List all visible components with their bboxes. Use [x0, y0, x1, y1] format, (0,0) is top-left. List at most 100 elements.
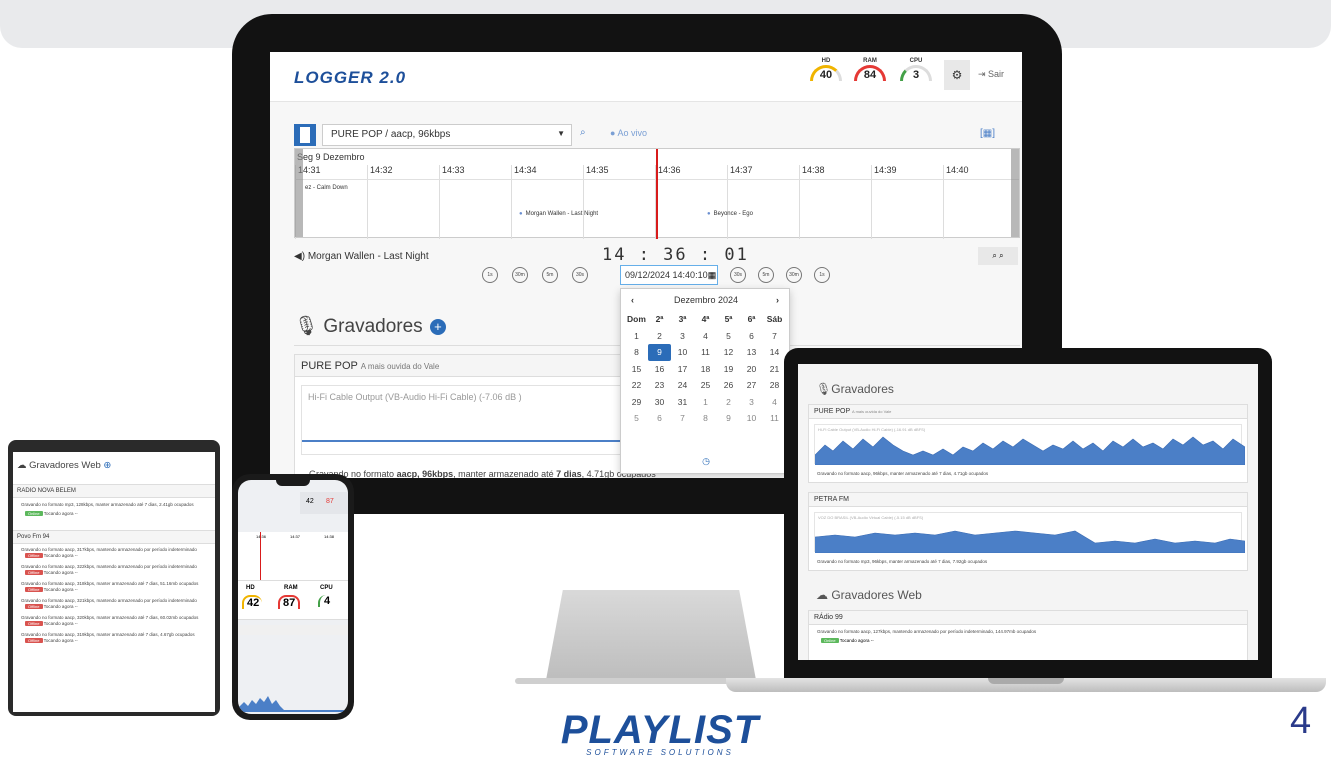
- offline-badge: Offline: [25, 570, 43, 575]
- weekday: 5ª: [724, 314, 733, 324]
- day-cell[interactable]: 19: [717, 361, 740, 378]
- clock: 14 : 36 : 01: [602, 245, 749, 265]
- calendar-icon[interactable]: [▦]: [980, 128, 995, 139]
- phone-frame: 42 87 14:36 14:37 14:38 HD 42 RAM 87 CPU…: [232, 474, 354, 720]
- panel-note: Gravando no formato mp3, 96kbps, manter …: [817, 559, 988, 564]
- day-cell[interactable]: 22: [625, 377, 648, 394]
- recorder-note: Gravando no formato aacp, 96kbps, manter…: [309, 469, 656, 478]
- clock-icon[interactable]: ◷: [621, 456, 791, 467]
- calendar-icon[interactable]: ▦: [704, 265, 720, 285]
- day-cell[interactable]: 26: [717, 377, 740, 394]
- day-cell[interactable]: 23: [648, 377, 671, 394]
- day-cell[interactable]: 14: [763, 344, 786, 361]
- ram-gauge-label: RAM: [863, 58, 877, 64]
- chevron-down-icon: ▼: [557, 129, 565, 138]
- search-icon[interactable]: ⌕: [580, 127, 586, 138]
- day-cell[interactable]: 25: [694, 377, 717, 394]
- timeline[interactable]: Seg 9 Dezembro 14:31 14:32 14:33 14:34 1…: [294, 148, 1020, 239]
- timeline-tick: 14:40: [943, 165, 969, 239]
- station-note: Gravando no formato aacp, 318kbps, mante…: [21, 581, 199, 586]
- song-title: Beyonce - Ego: [713, 211, 753, 217]
- chevron-right-icon[interactable]: ›: [776, 295, 779, 305]
- day-cell[interactable]: 3: [671, 328, 694, 345]
- playhead[interactable]: [656, 149, 658, 239]
- day-cell[interactable]: 7: [763, 328, 786, 345]
- day-cell[interactable]: 31: [671, 394, 694, 411]
- day-cell[interactable]: 18: [694, 361, 717, 378]
- day-cell[interactable]: 4: [763, 394, 786, 411]
- day-cell[interactable]: 11: [694, 344, 717, 361]
- timeline-song[interactable]: ● Morgan Wallen - Last Night: [519, 211, 598, 217]
- day-cell[interactable]: 1: [694, 394, 717, 411]
- day-cell[interactable]: 7: [671, 410, 694, 427]
- day-cell[interactable]: 15: [625, 361, 648, 378]
- weekday: 4ª: [701, 314, 710, 324]
- cpu-gauge-label: CPU: [909, 58, 923, 64]
- timeline-song[interactable]: ● Beyonce - Ego: [707, 211, 753, 217]
- cloud-icon: ☁: [816, 588, 828, 602]
- timeline-tick: 14:37: [727, 165, 753, 239]
- day-cell[interactable]: 6: [740, 328, 763, 345]
- day-cell[interactable]: 5: [717, 328, 740, 345]
- station-select[interactable]: PURE POP / aacp, 96kbps ▼: [322, 124, 572, 146]
- phone-waveform: [238, 696, 348, 712]
- recorder-name: PURE POP: [301, 360, 358, 372]
- skip-back-30m-button[interactable]: 30m: [512, 267, 528, 283]
- pause-button[interactable]: [294, 124, 316, 146]
- day-cell[interactable]: 12: [717, 344, 740, 361]
- day-cell[interactable]: 6: [648, 410, 671, 427]
- station-note: Gravando no formato mp3, 128kbps, manter…: [21, 502, 194, 507]
- station-note: Gravando no formato aacp, 320kbps, mante…: [21, 615, 199, 620]
- scroll-left-button[interactable]: [295, 149, 303, 237]
- day-cell[interactable]: 10: [740, 410, 763, 427]
- day-cell[interactable]: 27: [740, 377, 763, 394]
- skip-back-30s-button[interactable]: 30s: [572, 267, 588, 283]
- speaker-icon: ◀): [294, 251, 306, 262]
- day-cell[interactable]: 11: [763, 410, 786, 427]
- station-note: Gravando no formato aacp, 322kbps, mante…: [21, 564, 197, 569]
- day-cell[interactable]: 13: [740, 344, 763, 361]
- skip-fwd-5m-button[interactable]: 5m: [758, 267, 774, 283]
- zoom-buttons[interactable]: ⌕ ⌕: [978, 247, 1018, 265]
- skip-back-1s-button[interactable]: 1s: [482, 267, 498, 283]
- add-icon[interactable]: ⊕: [103, 460, 111, 471]
- phone-controls[interactable]: [238, 625, 348, 635]
- day-cell[interactable]: 28: [763, 377, 786, 394]
- week-row: 8 9 10 11 12 13 14: [625, 344, 787, 361]
- day-cell[interactable]: 20: [740, 361, 763, 378]
- weekday: Dom: [627, 314, 646, 324]
- day-cell[interactable]: 8: [625, 344, 648, 361]
- scroll-right-button[interactable]: [1011, 149, 1019, 237]
- day-cell[interactable]: 2: [717, 394, 740, 411]
- mini-hd-value: 42: [306, 498, 314, 505]
- day-cell[interactable]: 3: [740, 394, 763, 411]
- day-cell[interactable]: 4: [694, 328, 717, 345]
- cpu-gauge: CPU 3: [896, 58, 936, 81]
- timeline-song[interactable]: ez - Calm Down: [305, 185, 348, 191]
- day-cell[interactable]: 5: [625, 410, 648, 427]
- waveform: VOZ DO BRASIL (VB-Audio Virtual Cable) (…: [814, 512, 1245, 553]
- day-cell[interactable]: 17: [671, 361, 694, 378]
- day-cell[interactable]: 1: [625, 328, 648, 345]
- day-cell[interactable]: 16: [648, 361, 671, 378]
- day-cell[interactable]: 24: [671, 377, 694, 394]
- day-cell[interactable]: 9: [717, 410, 740, 427]
- day-cell[interactable]: 10: [671, 344, 694, 361]
- add-recorder-button[interactable]: +: [429, 318, 446, 335]
- day-cell[interactable]: 30: [648, 394, 671, 411]
- day-cell[interactable]: 21: [763, 361, 786, 378]
- web-station-status: Online Tocando agora --: [809, 638, 1247, 643]
- skip-fwd-30s-button[interactable]: 30s: [730, 267, 746, 283]
- skip-back-5m-button[interactable]: 5m: [542, 267, 558, 283]
- day-cell-selected[interactable]: 9: [648, 344, 671, 361]
- day-cell[interactable]: 2: [648, 328, 671, 345]
- day-cell[interactable]: 8: [694, 410, 717, 427]
- skip-fwd-1s-button[interactable]: 1s: [814, 267, 830, 283]
- day-cell[interactable]: 29: [625, 394, 648, 411]
- skip-fwd-30m-button[interactable]: 30m: [786, 267, 802, 283]
- live-button[interactable]: ● Ao vivo: [610, 128, 647, 138]
- phone-timeline[interactable]: 14:36 14:37 14:38: [238, 532, 348, 582]
- gear-icon[interactable]: ⚙: [944, 60, 970, 90]
- logout-button[interactable]: ⇥ Sair: [978, 69, 1004, 80]
- playing-text: Tocando agora --: [43, 604, 78, 609]
